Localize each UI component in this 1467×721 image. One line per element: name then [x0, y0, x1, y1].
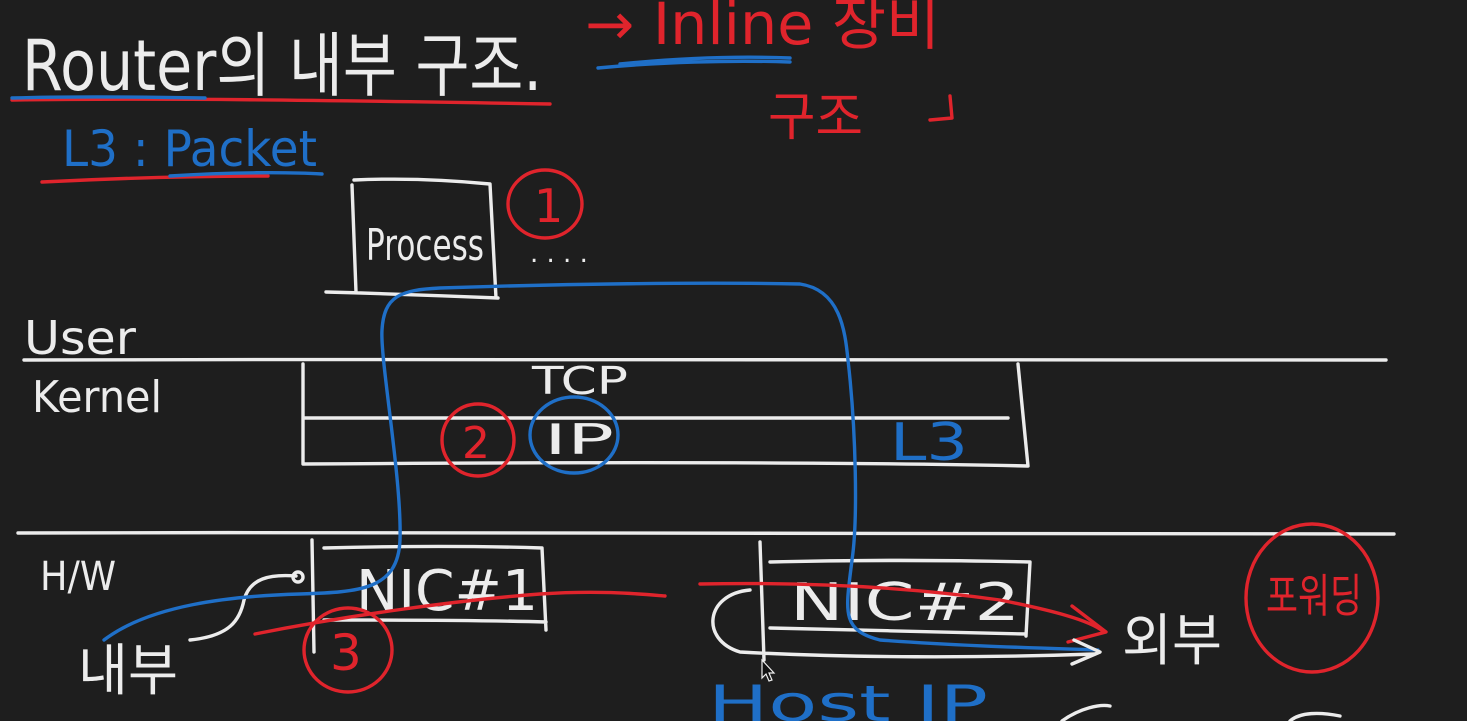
nic1-label: NIC#1: [356, 559, 538, 624]
subtitle-text: L3 : Packet: [62, 120, 317, 178]
layer-hw-label: H/W: [40, 554, 116, 600]
stack-l3-label: L3: [890, 413, 968, 473]
title-blue-underline: [10, 95, 207, 100]
outside-label: 외부: [1122, 609, 1222, 674]
title-handwriting: Router의 내부 구조.: [10, 25, 552, 107]
inline-underline: [596, 55, 792, 70]
whiteboard-canvas: Router의 내부 구조. L3 : Packet → Inline 장비 구…: [10, 0, 1396, 721]
layer-user-label: User: [24, 311, 136, 365]
bottom-partial-text: Host IP: [708, 675, 988, 721]
forwarding-label: 포워딩: [1266, 569, 1362, 623]
inline-annotation-text: → Inline 장비: [585, 0, 940, 58]
kernel-hw-boundary: H/W: [16, 530, 1396, 600]
nic2-label: NIC#2: [790, 573, 1020, 633]
page-title: Router의 내부 구조.: [22, 25, 542, 107]
step-3-label: 3: [330, 624, 362, 682]
kernel-hw-line: [16, 530, 1396, 536]
forwarding-marker: 포워딩: [1244, 522, 1380, 674]
outside-arrowhead: [1070, 638, 1102, 666]
process-dots: . . . .: [530, 239, 588, 269]
nic1-port: [291, 570, 305, 584]
user-kernel-boundary: User Kernel: [22, 311, 1388, 423]
inline-annotation: → Inline 장비 구조: [585, 0, 954, 148]
inside-label: 내부: [78, 639, 178, 704]
step-marker-1: 1: [506, 168, 584, 240]
layer-kernel-label: Kernel: [32, 372, 162, 423]
inline-annotation-sub: 구조: [768, 88, 863, 148]
bracket-mark: [928, 94, 954, 122]
subtitle-group: L3 : Packet: [40, 120, 324, 184]
step-marker-2: 2: [440, 402, 516, 478]
process-label: Process: [366, 220, 484, 271]
step-2-label: 2: [462, 418, 490, 469]
bottom-edge-stroke: [1060, 703, 1342, 721]
stack-ip-label: IP: [544, 415, 614, 464]
step-1-label: 1: [534, 179, 563, 233]
kernel-stack: TCP IP L3: [301, 359, 1030, 475]
user-kernel-line: [22, 357, 1388, 362]
